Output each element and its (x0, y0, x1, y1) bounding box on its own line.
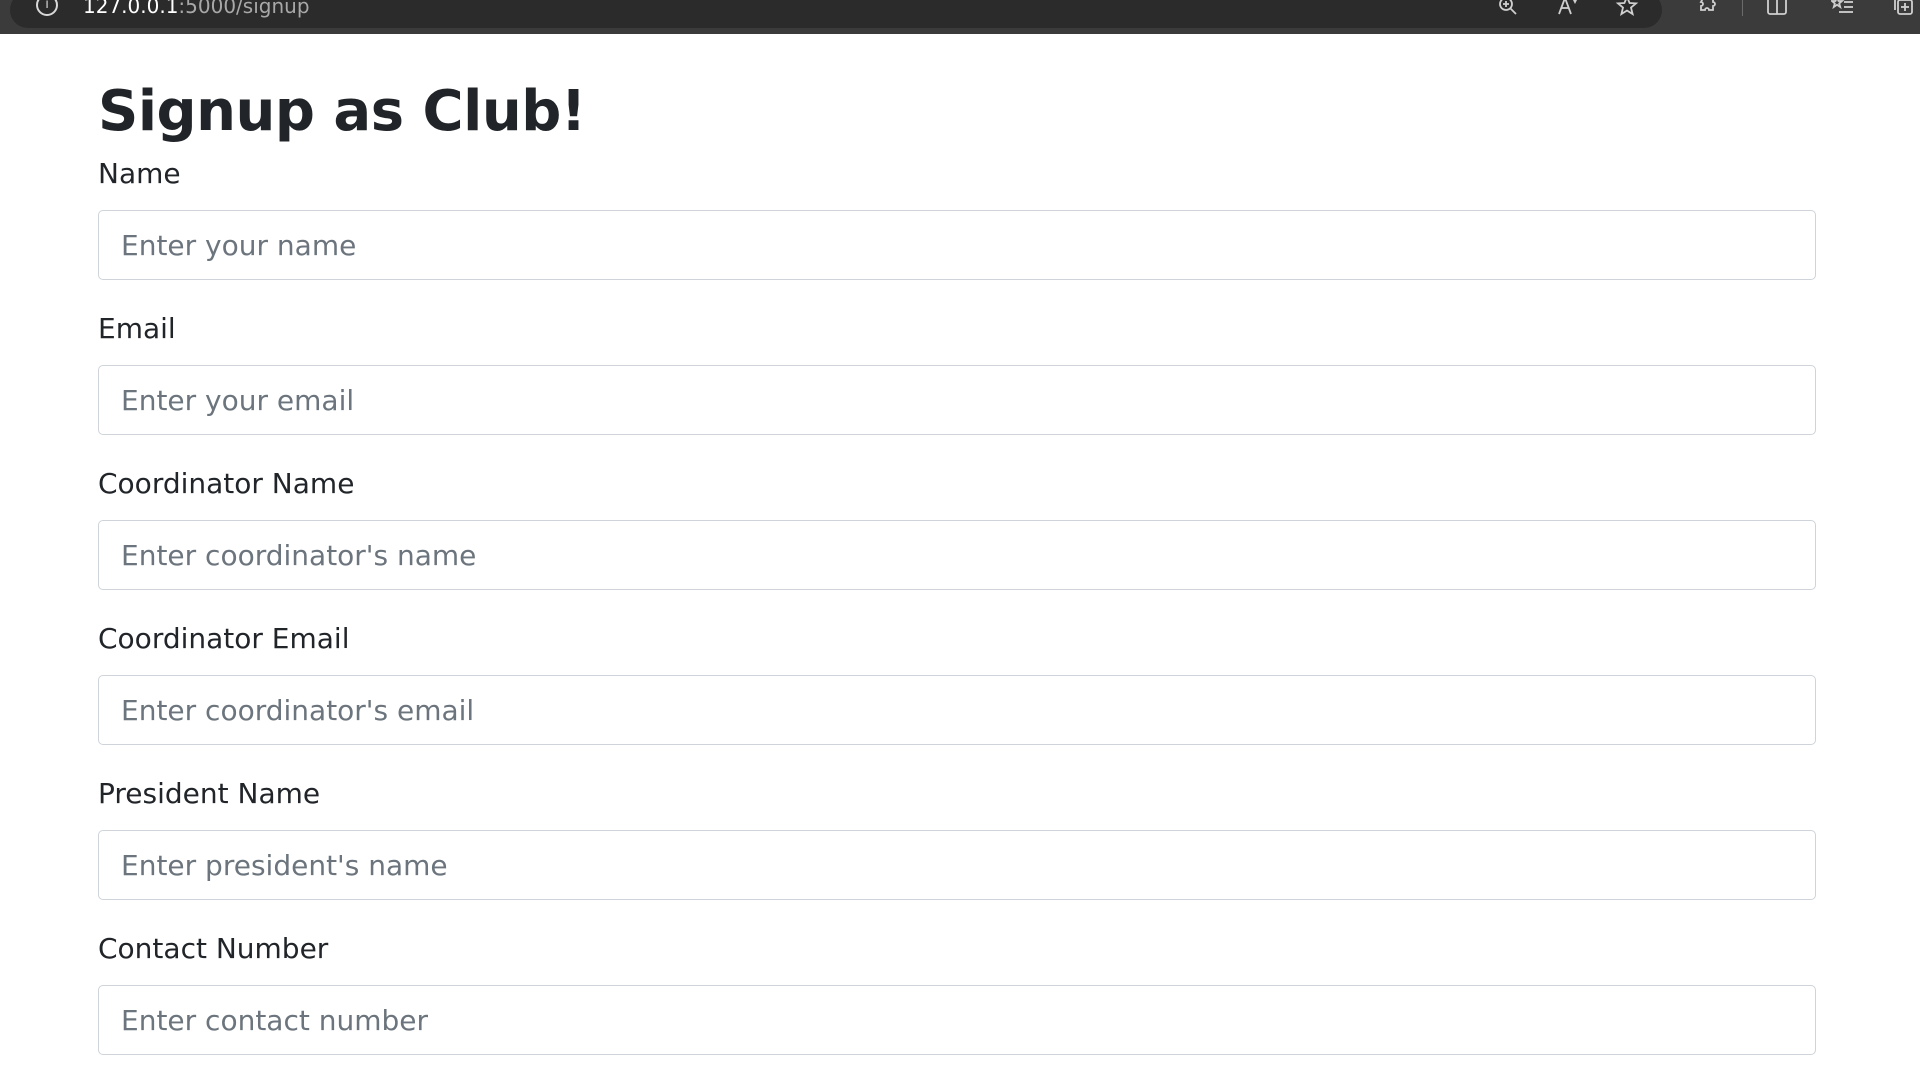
email-field-group: Email (98, 307, 1816, 435)
coordinator-name-field-group: Coordinator Name (98, 462, 1816, 590)
favorites-list-icon[interactable] (1829, 0, 1857, 18)
coordinator-name-label: Coordinator Name (98, 467, 355, 500)
collections-icon[interactable] (1890, 0, 1918, 18)
url-text[interactable]: 127.0.0.1:5000/signup (83, 0, 310, 18)
name-input[interactable] (98, 210, 1816, 280)
toolbar-separator (1742, 0, 1743, 16)
contact-number-label: Contact Number (98, 932, 329, 965)
president-name-field-group: President Name (98, 772, 1816, 900)
page-title: Signup as Club! (98, 79, 586, 144)
url-path: :5000/signup (178, 0, 310, 18)
coordinator-email-label: Coordinator Email (98, 622, 350, 655)
read-aloud-icon[interactable] (1554, 0, 1582, 18)
favorite-star-icon[interactable] (1613, 0, 1641, 18)
name-field-group: Name (98, 152, 1816, 280)
split-screen-icon[interactable] (1763, 0, 1791, 18)
coordinator-name-input[interactable] (98, 520, 1816, 590)
name-label: Name (98, 157, 181, 190)
email-input[interactable] (98, 365, 1816, 435)
url-host: 127.0.0.1 (83, 0, 179, 18)
contact-number-input[interactable] (98, 985, 1816, 1055)
club-signup-form: Name Email Coordinator Name Coordinator … (98, 152, 1816, 1055)
president-name-input[interactable] (98, 830, 1816, 900)
coordinator-email-field-group: Coordinator Email (98, 617, 1816, 745)
signup-form-container: Signup as Club! Name Email Coordinator N… (98, 34, 1816, 1055)
zoom-icon[interactable] (1494, 0, 1522, 18)
email-label: Email (98, 312, 176, 345)
contact-number-field-group: Contact Number (98, 927, 1816, 1055)
coordinator-email-input[interactable] (98, 675, 1816, 745)
president-name-label: President Name (98, 777, 321, 810)
browser-toolbar: i 127.0.0.1:5000/signup (0, 0, 1920, 34)
extensions-icon[interactable] (1692, 0, 1720, 18)
